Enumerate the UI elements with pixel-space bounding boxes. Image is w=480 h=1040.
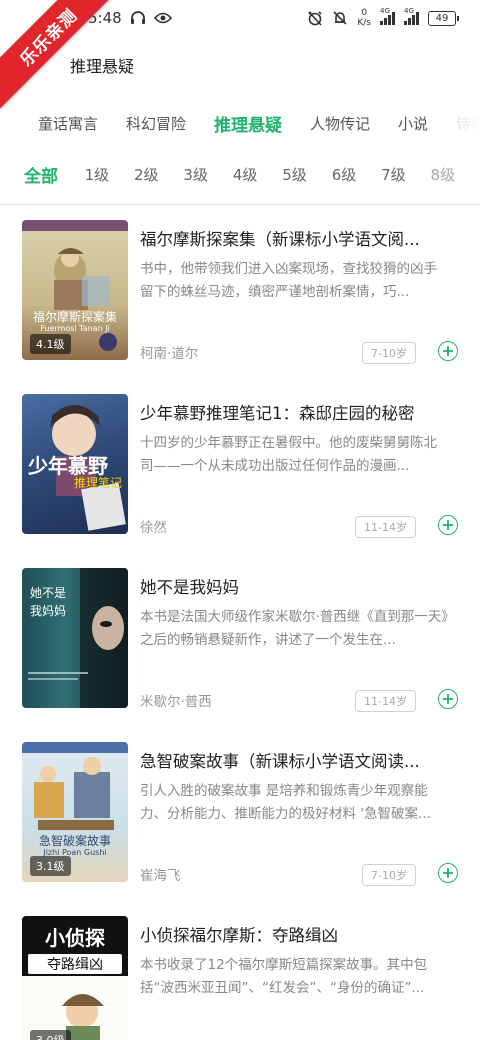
list-item[interactable]: 她不是我妈妈 她不是我妈妈 本书是法国大师级作家米歇尔·普西继《直到那一天》之后…	[0, 568, 480, 742]
tab-level[interactable]: 7级	[381, 164, 430, 185]
alarm-off-icon	[308, 11, 322, 26]
cover-subtitle: 夺路缉凶	[28, 954, 122, 974]
book-description: 书中，他带领我们进入凶案现场，查找狡猾的凶手留下的蛛丝马迹，缜密严谨地剖析案情，…	[140, 261, 437, 300]
book-title[interactable]: 她不是我妈妈	[140, 574, 440, 598]
plus-icon	[443, 520, 453, 530]
net-speed: 0 K/s	[357, 8, 371, 28]
mute-bell-icon	[333, 11, 347, 25]
add-button[interactable]	[438, 515, 458, 535]
divider	[0, 204, 480, 205]
age-badge: 11-14岁	[355, 516, 416, 538]
book-author: 崔海飞	[140, 868, 181, 884]
age-badge: 7-10岁	[362, 342, 416, 364]
tab-level[interactable]: 6级	[332, 164, 381, 185]
plus-icon	[443, 346, 453, 356]
list-item[interactable]: 福尔摩斯探案集 Fuermosi Tanan Ji 4.1级 福尔摩斯探案集（新…	[0, 220, 480, 394]
list-item[interactable]: 小侦探 夺路缉凶 3.0级 小侦探福尔摩斯：夺路缉凶 本书收录了12个福尔摩斯短…	[0, 916, 480, 1040]
book-description: 引人入胜的破案故事 是培养和锻炼青少年观察能力、分析能力、推断能力的极好材料 '…	[140, 783, 431, 822]
signal-icon: 4G	[404, 7, 419, 25]
book-author: 柯南·道尔	[140, 346, 199, 362]
add-button[interactable]	[438, 689, 458, 709]
cover-title: 小侦探	[45, 926, 105, 950]
page-title: 推理悬疑	[70, 57, 135, 76]
cover-subtitle: Fuermosi Tanan Ji	[40, 324, 110, 333]
status-right: 0 K/s 4G 4G 49	[307, 7, 459, 28]
tab-category[interactable]: 小说	[398, 113, 428, 134]
age-badge: 11-14岁	[355, 690, 416, 712]
cover-title: 急智破案故事	[38, 834, 111, 848]
book-description: 本书收录了12个福尔摩斯短篇探案故事。其中包括“波西米亚丑闻”、“红发会”、“身…	[140, 957, 428, 996]
tabs-fade	[436, 98, 480, 148]
book-title[interactable]: 急智破案故事（新课标小学语文阅读...	[140, 748, 440, 772]
book-cover[interactable]: 少年慕野 推理笔记	[22, 394, 128, 534]
add-button[interactable]	[438, 341, 458, 361]
tab-level[interactable]: 2级	[134, 164, 183, 185]
cover-title: 她不是我妈妈	[30, 586, 67, 618]
book-description: 十四岁的少年慕野正在暑假中。他的废柴舅舅陈北司——一个从未成功出版过任何作品的漫…	[140, 435, 437, 474]
battery-icon: 49	[428, 10, 459, 26]
book-cover[interactable]: 她不是我妈妈	[22, 568, 128, 708]
plus-icon	[443, 868, 453, 878]
book-cover[interactable]: 急智破案故事 Jizhi Poan Gushi 3.1级	[22, 742, 128, 882]
tab-level[interactable]: 5级	[282, 164, 331, 185]
plus-icon	[443, 694, 453, 704]
book-author: 徐然	[140, 520, 167, 536]
tab-level[interactable]: 3级	[183, 164, 232, 185]
tab-level[interactable]: 8级	[431, 164, 480, 185]
cover-subtitle: 推理笔记	[73, 476, 122, 490]
book-title[interactable]: 福尔摩斯探案集（新课标小学语文阅...	[140, 226, 440, 250]
level-badge: 4.1级	[30, 334, 71, 354]
eye-icon	[153, 12, 172, 24]
book-description: 本书是法国大师级作家米歇尔·普西继《直到那一天》之后的畅销悬疑新作，讲述了一个发…	[140, 609, 449, 648]
age-badge: 7-10岁	[362, 864, 416, 886]
level-badge: 3.0级	[30, 1030, 71, 1040]
tab-level[interactable]: 1级	[85, 164, 134, 185]
level-tabs: 全部 1级 2级 3级 4级 5级 6级 7级 8级	[0, 152, 480, 196]
book-list: 福尔摩斯探案集 Fuermosi Tanan Ji 4.1级 福尔摩斯探案集（新…	[0, 220, 480, 1040]
add-button[interactable]	[438, 863, 458, 883]
book-cover[interactable]: 福尔摩斯探案集 Fuermosi Tanan Ji 4.1级	[22, 220, 128, 360]
level-badge: 3.1级	[30, 856, 71, 876]
net-speed-value: 0	[361, 8, 368, 18]
book-author: 米歇尔·普西	[140, 694, 212, 710]
tab-category[interactable]: 童话寓言	[38, 113, 98, 134]
book-title[interactable]: 小侦探福尔摩斯：夺路缉凶	[140, 922, 440, 946]
list-item[interactable]: 急智破案故事 Jizhi Poan Gushi 3.1级 急智破案故事（新课标小…	[0, 742, 480, 916]
tab-category-active[interactable]: 推理悬疑	[214, 111, 282, 136]
cover-title: 福尔摩斯探案集	[32, 310, 117, 324]
book-title[interactable]: 少年慕野推理笔记1：森邸庄园的秘密	[140, 400, 440, 424]
tab-category[interactable]: 人物传记	[310, 113, 370, 134]
list-item[interactable]: 少年慕野 推理笔记 少年慕野推理笔记1：森邸庄园的秘密 十四岁的少年慕野正在暑假…	[0, 394, 480, 568]
book-cover[interactable]: 小侦探 夺路缉凶 3.0级	[22, 916, 128, 1040]
headphones-icon	[130, 11, 145, 24]
tab-level-active[interactable]: 全部	[24, 162, 85, 187]
signal-icon: 4G	[380, 7, 395, 25]
sim2-label: 4G	[404, 7, 414, 15]
status-left: 5:48	[88, 9, 172, 27]
tab-category[interactable]: 科幻冒险	[126, 113, 186, 134]
net-speed-unit: K/s	[357, 18, 371, 28]
category-tabs: 童话寓言 科幻冒险 推理悬疑 人物传记 小说 诗歌	[0, 98, 480, 148]
header: 推理悬疑	[0, 40, 480, 90]
tab-level[interactable]: 4级	[233, 164, 282, 185]
battery-level: 49	[435, 12, 449, 24]
sim1-label: 4G	[380, 7, 390, 15]
